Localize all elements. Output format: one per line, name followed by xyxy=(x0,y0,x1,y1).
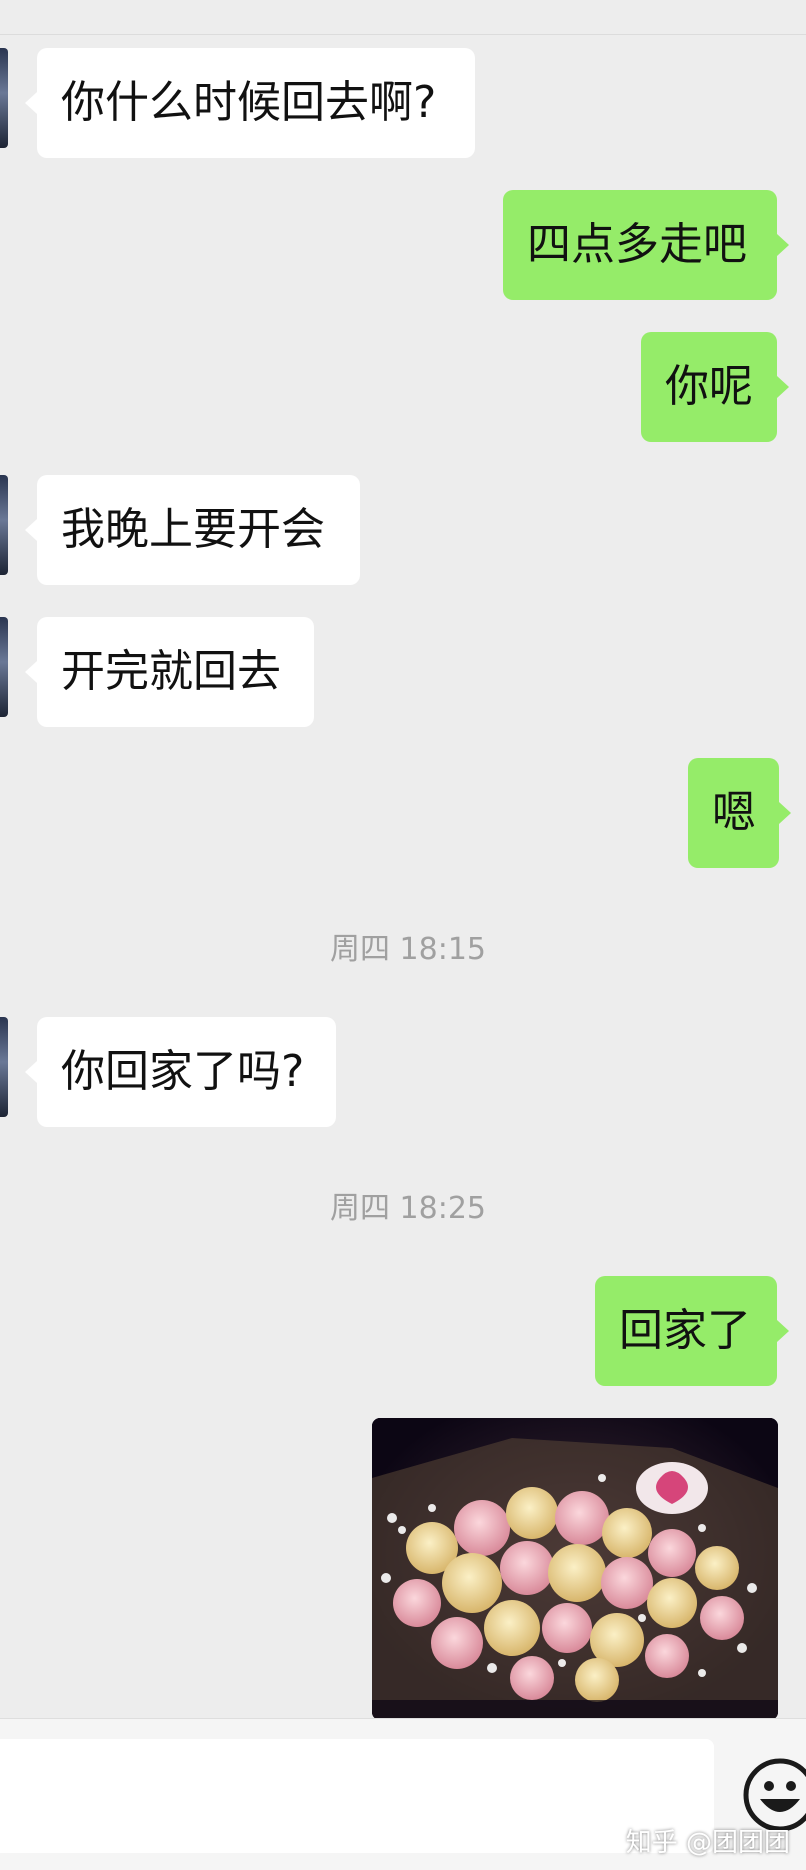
message-bubble-incoming[interactable]: 你回家了吗? xyxy=(25,1017,336,1127)
flower-bouquet-photo xyxy=(372,1418,778,1720)
timestamp: 周四 18:15 xyxy=(330,932,486,967)
contact-avatar[interactable] xyxy=(0,1017,8,1117)
watermark: 知乎 @团团团 xyxy=(625,1828,790,1858)
message-bubble-outgoing[interactable]: 嗯 xyxy=(688,758,791,868)
image-message-flowers[interactable] xyxy=(372,1418,778,1720)
message-text: 开完就回去 xyxy=(61,646,281,697)
message-text: 你呢 xyxy=(665,361,753,412)
message-bubble-incoming[interactable]: 你什么时候回去啊? xyxy=(25,48,475,158)
message-bubble-outgoing[interactable]: 回家了 xyxy=(595,1276,789,1386)
contact-avatar[interactable] xyxy=(0,475,8,575)
contact-avatar[interactable] xyxy=(0,617,8,717)
message-text: 嗯 xyxy=(712,787,756,838)
message-text: 四点多走吧 xyxy=(527,219,747,270)
top-divider xyxy=(0,34,806,35)
timestamp: 周四 18:25 xyxy=(330,1191,486,1226)
message-text: 你回家了吗? xyxy=(61,1046,305,1097)
message-bubble-incoming[interactable]: 开完就回去 xyxy=(25,617,314,727)
message-input[interactable] xyxy=(0,1739,714,1853)
message-bubble-incoming[interactable]: 我晚上要开会 xyxy=(25,475,360,585)
message-text: 回家了 xyxy=(619,1305,751,1356)
contact-avatar[interactable] xyxy=(0,48,8,148)
message-text: 我晚上要开会 xyxy=(61,504,325,555)
message-bubble-outgoing[interactable]: 你呢 xyxy=(641,332,789,442)
message-bubble-outgoing[interactable]: 四点多走吧 xyxy=(503,190,789,300)
message-text: 你什么时候回去啊? xyxy=(61,77,437,128)
